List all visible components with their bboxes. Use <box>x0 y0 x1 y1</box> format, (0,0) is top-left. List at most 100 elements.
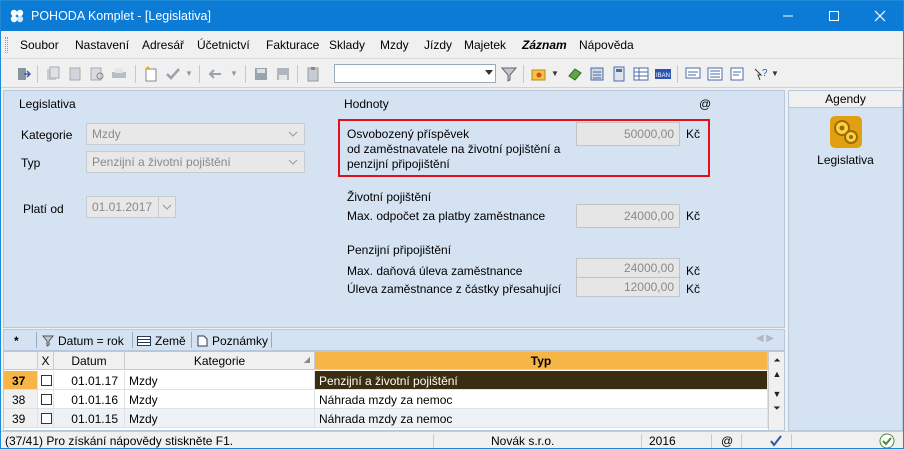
iban-icon[interactable]: IBAN <box>655 66 671 82</box>
tab-poznamky[interactable]: Poznámky <box>197 332 268 350</box>
tab-separator <box>191 332 192 348</box>
money-icon[interactable] <box>567 66 583 82</box>
menu-bar: Soubor Nastavení Adresář Účetnictví Fakt… <box>1 31 903 59</box>
copy-record-icon[interactable] <box>45 66 61 82</box>
column-header-datum[interactable]: Datum <box>54 352 125 370</box>
exit-door-icon[interactable] <box>15 66 31 82</box>
checkmark-icon[interactable] <box>769 434 783 448</box>
tab-all[interactable]: * <box>14 332 19 350</box>
calculator2-icon[interactable] <box>611 66 627 82</box>
scroll-up-icon[interactable]: ▲ <box>771 368 783 380</box>
osvobozeny-value-field[interactable]: 50000,00 <box>576 122 680 146</box>
zivotni-max-field[interactable]: 24000,00 <box>576 204 680 228</box>
table-row[interactable]: 38 01.01.16 Mzdy Náhrada mzdy za nemoc <box>4 390 768 409</box>
detail-tabs: * Datum = rok Země Poznámky ◀ ▶ <box>3 329 785 351</box>
menu-soubor[interactable]: Soubor <box>20 38 59 52</box>
penzijni-uleva-field[interactable]: 12000,00 <box>576 277 680 297</box>
duplicate-icon[interactable] <box>67 66 83 82</box>
menu-majetek[interactable]: Majetek <box>464 38 506 52</box>
print-preview-icon[interactable] <box>89 66 105 82</box>
back-arrow-icon[interactable] <box>207 66 223 82</box>
scroll-bottom-icon[interactable]: ⏷ <box>771 402 783 414</box>
new-record-icon[interactable] <box>143 66 159 82</box>
typ-label: Typ <box>21 156 41 170</box>
table-row[interactable]: 37 01.01.17 Mzdy Penzijní a životní poji… <box>4 371 768 390</box>
grid-scrollbar[interactable]: ⏶ ▲ ▼ ⏷ <box>768 352 784 430</box>
toolbar: ▼ ▼ ▼ IBAN ? ▼ <box>1 60 903 88</box>
chevron-down-icon <box>288 159 298 165</box>
legislativa-gears-icon[interactable] <box>829 115 863 149</box>
clipboard-icon[interactable] <box>305 66 321 82</box>
column-header-x[interactable]: X <box>38 352 54 370</box>
dropdown-arrow-icon[interactable]: ▼ <box>551 69 559 78</box>
row-checkbox[interactable] <box>38 371 54 390</box>
typ-select[interactable]: Penzijní a životní pojištění <box>86 151 305 173</box>
currency-label: Kč <box>686 264 701 278</box>
calculator-icon[interactable] <box>589 66 605 82</box>
row-checkbox[interactable] <box>38 390 54 409</box>
menu-mzdy[interactable]: Mzdy <box>380 38 409 52</box>
zivotni-max-value: 24000,00 <box>623 209 674 223</box>
filter-icon <box>42 335 54 347</box>
table-icon[interactable] <box>633 66 649 82</box>
menu-nastaveni[interactable]: Nastavení <box>75 38 129 52</box>
osvobozeny-value: 50000,00 <box>623 127 674 141</box>
toolbar-separator <box>297 65 298 83</box>
penzijni-max-field[interactable]: 24000,00 <box>576 258 680 278</box>
svg-text:IBAN: IBAN <box>656 73 670 79</box>
agendy-item-legislativa[interactable]: Legislativa <box>789 153 902 167</box>
currency-label: Kč <box>686 127 701 141</box>
column-header-kategorie-label: Kategorie <box>193 354 246 368</box>
menu-sklady[interactable]: Sklady <box>329 38 365 52</box>
menu-ucetnictvi[interactable]: Účetnictví <box>197 38 250 52</box>
menu-jizdy[interactable]: Jízdy <box>424 38 452 52</box>
column-header-kategorie[interactable]: Kategorie ◢ <box>125 352 315 370</box>
minimize-button[interactable] <box>765 1 811 31</box>
menu-napoveda[interactable]: Nápověda <box>579 38 634 52</box>
save-as-icon[interactable] <box>275 66 291 82</box>
chevron-down-icon[interactable] <box>485 70 493 75</box>
typ-value: Penzijní a životní pojištění <box>92 155 231 169</box>
print-icon[interactable] <box>111 66 127 82</box>
list-icon[interactable] <box>707 66 723 82</box>
scroll-down-icon[interactable]: ▼ <box>771 388 783 400</box>
tab-scroll-arrows-icon[interactable]: ◀ ▶ <box>756 333 774 344</box>
save-icon[interactable] <box>253 66 269 82</box>
row-datum: 01.01.17 <box>54 371 125 390</box>
scroll-top-icon[interactable]: ⏶ <box>771 354 783 366</box>
column-header-typ[interactable]: Typ <box>315 352 768 370</box>
column-header-row-number[interactable] <box>4 352 38 370</box>
tab-datum-rok[interactable]: Datum = rok <box>42 332 124 350</box>
message-icon[interactable] <box>685 66 701 82</box>
help-question-icon[interactable]: ? <box>751 66 767 82</box>
confirm-check-icon[interactable] <box>165 66 181 82</box>
table-row[interactable]: 39 01.01.15 Mzdy Náhrada mzdy za nemoc <box>4 409 768 428</box>
filter-icon[interactable] <box>501 66 517 82</box>
status-separator <box>791 434 792 448</box>
kategorie-select[interactable]: Mzdy <box>86 123 305 145</box>
row-number: 38 <box>4 390 38 409</box>
close-button[interactable] <box>857 1 903 31</box>
tab-separator <box>36 332 37 348</box>
folder-star-icon[interactable] <box>531 66 547 82</box>
menu-adresar[interactable]: Adresář <box>142 38 184 52</box>
plati-od-date-field[interactable]: 01.01.2017 <box>86 196 176 218</box>
toolbar-separator <box>199 65 200 83</box>
tab-zeme[interactable]: Země <box>137 332 186 350</box>
date-dropdown-button[interactable] <box>158 197 175 217</box>
row-checkbox[interactable] <box>38 409 54 428</box>
menu-grip <box>5 37 8 53</box>
quick-search-combo[interactable] <box>334 64 496 83</box>
currency-label: Kč <box>686 209 701 223</box>
title-bar: POHODA Komplet - [Legislativa] <box>1 1 903 31</box>
notes-icon[interactable] <box>729 66 745 82</box>
menu-zaznam[interactable]: Záznam <box>522 38 567 52</box>
maximize-button[interactable] <box>811 1 857 31</box>
dropdown-arrow-icon[interactable]: ▼ <box>771 69 779 78</box>
osvobozeny-label-line2: od zaměstnavatele na životní pojištění a <box>347 142 561 156</box>
row-typ: Náhrada mzdy za nemoc <box>315 409 768 428</box>
menu-fakturace[interactable]: Fakturace <box>266 38 319 52</box>
dropdown-arrow-icon[interactable]: ▼ <box>185 69 193 78</box>
dropdown-arrow-icon[interactable]: ▼ <box>230 69 238 78</box>
application-window: POHODA Komplet - [Legislativa] Soubor Na… <box>0 0 904 449</box>
